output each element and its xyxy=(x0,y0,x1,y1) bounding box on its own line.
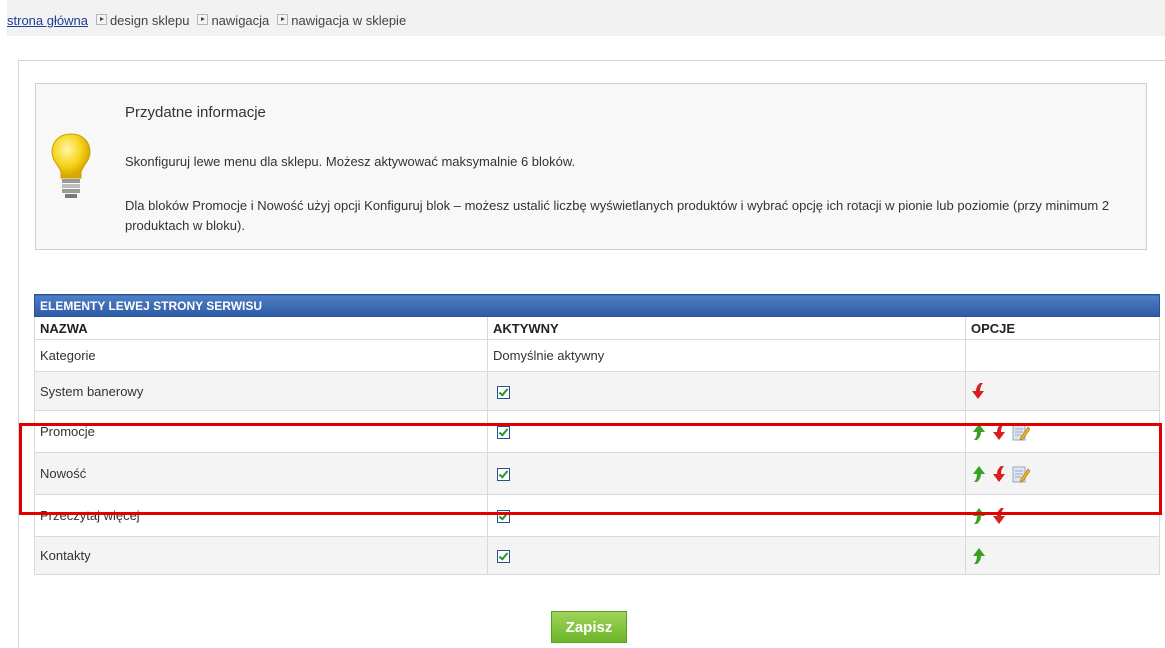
row-name: System banerowy xyxy=(34,371,488,411)
table-header-row: NAZWA AKTYWNY OPCJE xyxy=(34,316,1160,340)
breadcrumb-item-nawigacja-w-sklepie: nawigacja w sklepie xyxy=(291,13,407,28)
info-title: Przydatne informacje xyxy=(125,104,266,121)
breadcrumb-arrow-icon xyxy=(197,14,209,25)
row-active-cell xyxy=(487,536,966,575)
breadcrumb-item-design: design sklepu xyxy=(109,13,190,28)
row-name: Przeczytaj więcej xyxy=(34,494,488,537)
row-active-text: Domyślnie aktywny xyxy=(487,339,966,372)
column-header-name: NAZWA xyxy=(34,316,488,340)
row-name: Kategorie xyxy=(34,339,488,372)
active-checkbox[interactable] xyxy=(497,426,510,440)
info-text-2: Dla bloków Promocje i Nowość użyj opcji … xyxy=(125,198,1110,233)
active-checkbox[interactable] xyxy=(497,550,510,564)
active-checkbox[interactable] xyxy=(497,510,510,524)
active-checkbox[interactable] xyxy=(497,385,510,399)
row-options xyxy=(965,371,1160,411)
save-button[interactable]: Zapisz xyxy=(551,611,627,643)
row-name: Kontakty xyxy=(34,536,488,575)
active-checkbox[interactable] xyxy=(497,468,510,482)
table-row: Przeczytaj więcej xyxy=(34,494,1160,537)
table-title-row: ELEMENTY LEWEJ STRONY SERWISU xyxy=(34,294,1160,317)
row-options xyxy=(965,339,1160,372)
breadcrumb-arrow-icon xyxy=(95,14,107,25)
info-text-1: Skonfiguruj lewe menu dla sklepu. Możesz… xyxy=(125,154,576,169)
edit-block-icon[interactable] xyxy=(1012,423,1031,441)
move-up-icon[interactable] xyxy=(971,547,986,565)
left-elements-table: ELEMENTY LEWEJ STRONY SERWISU NAZWA AKTY… xyxy=(34,294,1160,575)
row-active-cell xyxy=(487,410,966,453)
move-down-icon[interactable] xyxy=(971,382,986,400)
breadcrumb-item-nawigacja: nawigacja xyxy=(211,13,270,28)
table-row: Kategorie Domyślnie aktywny xyxy=(34,339,1160,372)
row-options xyxy=(965,452,1160,495)
breadcrumb: strona główna design sklepu nawigacja na… xyxy=(7,0,1165,36)
edit-block-icon[interactable] xyxy=(1012,465,1031,483)
move-down-icon[interactable] xyxy=(992,507,1007,525)
table-row: Promocje xyxy=(34,410,1160,453)
row-options xyxy=(965,494,1160,537)
move-up-icon[interactable] xyxy=(971,423,986,441)
column-header-active: AKTYWNY xyxy=(487,316,966,340)
lightbulb-icon xyxy=(51,133,91,198)
table-row: Kontakty xyxy=(34,536,1160,575)
move-down-icon[interactable] xyxy=(992,423,1007,441)
info-box: Przydatne informacje Skonfiguruj lewe me… xyxy=(35,83,1147,250)
column-header-options: OPCJE xyxy=(965,316,1160,340)
row-options xyxy=(965,410,1160,453)
row-active-cell xyxy=(487,494,966,537)
move-down-icon[interactable] xyxy=(992,465,1007,483)
breadcrumb-arrow-icon xyxy=(277,14,289,25)
row-active-cell xyxy=(487,371,966,411)
table-row: Nowość xyxy=(34,452,1160,495)
table-title: ELEMENTY LEWEJ STRONY SERWISU xyxy=(34,294,1160,317)
move-up-icon[interactable] xyxy=(971,507,986,525)
row-name: Nowość xyxy=(34,452,488,495)
row-active-cell xyxy=(487,452,966,495)
row-name: Promocje xyxy=(34,410,488,453)
move-up-icon[interactable] xyxy=(971,465,986,483)
breadcrumb-home-link[interactable]: strona główna xyxy=(7,13,88,28)
row-options xyxy=(965,536,1160,575)
table-row: System banerowy xyxy=(34,371,1160,411)
